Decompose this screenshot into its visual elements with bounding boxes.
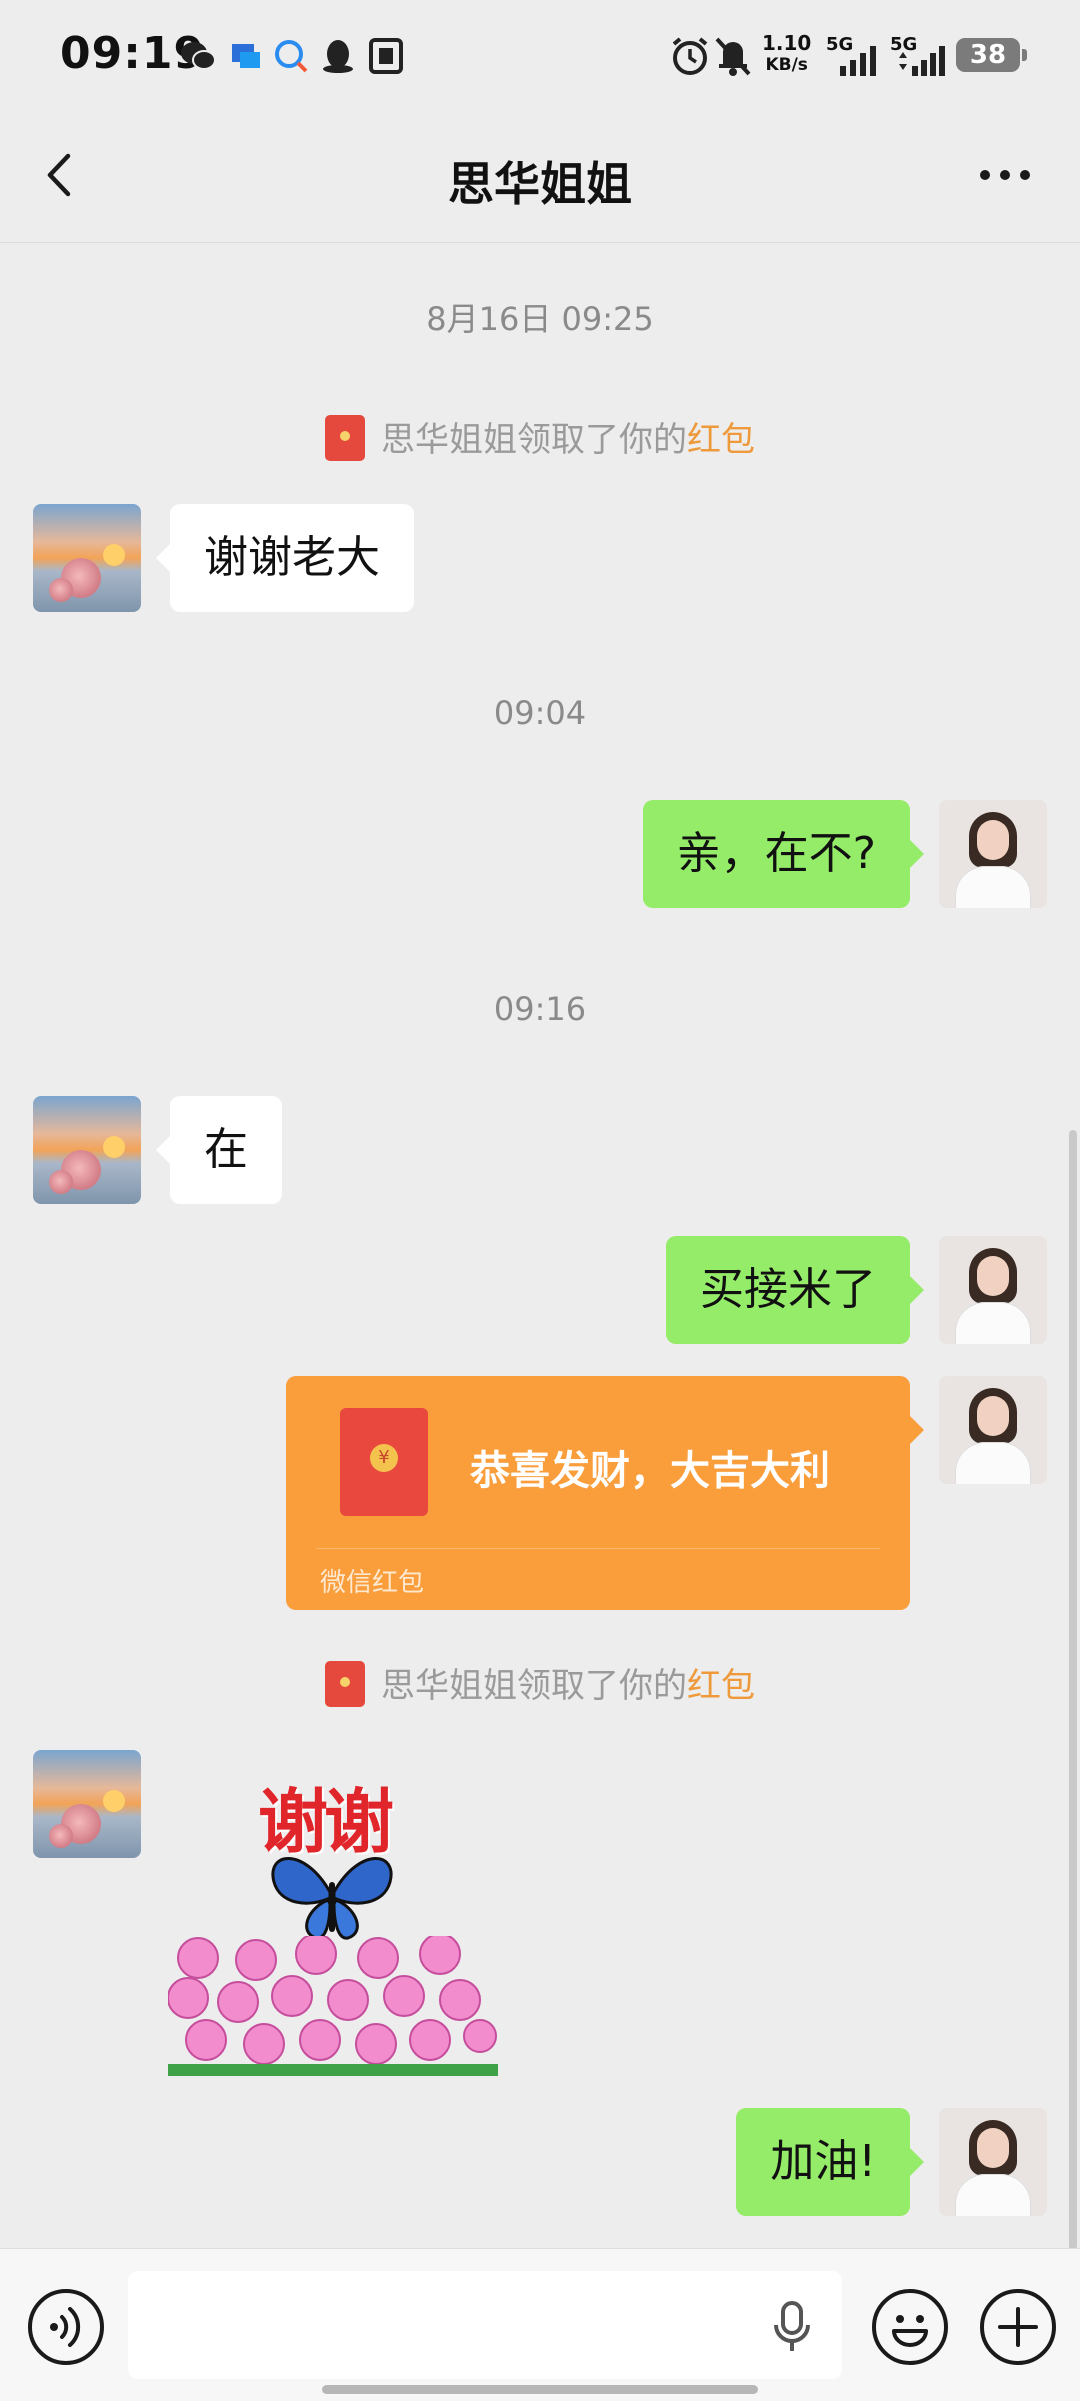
red-packet-title: 恭喜发财，大吉大利 <box>470 1448 830 1494</box>
timestamp: 09:04 <box>493 694 587 732</box>
system-message-text: 思华姐姐领取了你的 <box>381 1666 687 1706</box>
red-packet-footer: 微信红包 <box>320 1568 425 1598</box>
mute-icon <box>715 37 751 76</box>
red-packet-message[interactable]: ¥ 恭喜发财，大吉大利 微信红包 <box>286 1376 924 1610</box>
home-indicator[interactable] <box>322 2385 758 2394</box>
message-bubble-sent[interactable]: 加油! <box>736 2108 924 2216</box>
chat-title: 思华姐姐 <box>448 157 632 211</box>
group-app-notification-icon <box>369 38 403 74</box>
my-avatar[interactable] <box>939 2108 1047 2216</box>
coin-icon: ¥ <box>370 1444 398 1472</box>
search-app-notification-icon <box>275 40 308 73</box>
contact-avatar[interactable] <box>33 1750 141 1858</box>
chat-header: 思华姐姐 <box>0 110 1080 243</box>
status-bar: 09:19 1.10 KB/s 5G 5G 38 <box>0 0 1080 110</box>
more-dots-icon[interactable] <box>975 155 1035 195</box>
emoji-icon[interactable] <box>872 2289 948 2365</box>
voice-icon[interactable] <box>28 2289 104 2365</box>
message-bubble-received[interactable]: 谢谢老大 <box>156 504 414 612</box>
red-packet-small-icon <box>325 414 365 461</box>
butterfly-icon <box>271 1857 393 1940</box>
alarm-icon <box>672 37 708 75</box>
red-packet-link[interactable]: 红包 <box>687 1666 755 1706</box>
plus-icon[interactable] <box>980 2289 1056 2365</box>
signal-strength-1-icon <box>840 46 876 76</box>
message-bubble-received[interactable]: 在 <box>156 1096 282 1204</box>
red-packet-small-icon <box>325 1660 365 1707</box>
divider <box>316 1548 880 1549</box>
red-packet-link[interactable]: 红包 <box>687 420 755 460</box>
my-avatar[interactable] <box>939 1236 1047 1344</box>
battery-indicator: 38 <box>956 38 1027 72</box>
wechat-notification-icon <box>181 42 216 70</box>
contact-avatar[interactable] <box>33 504 141 612</box>
timestamp: 8月16日 09:25 <box>426 300 654 338</box>
microphone-icon[interactable] <box>770 2299 814 2355</box>
system-message: 思华姐姐领取了你的红包 <box>0 1658 1080 1711</box>
system-message-text: 思华姐姐领取了你的 <box>381 420 687 460</box>
net-speed: 1.10 KB/s <box>762 32 811 76</box>
my-avatar[interactable] <box>939 800 1047 908</box>
message-bubble-sent[interactable]: 买接米了 <box>666 1236 924 1344</box>
chat-scrollbar[interactable] <box>1069 1130 1077 2250</box>
my-avatar[interactable] <box>939 1376 1047 1484</box>
net-speed-value: 1.10 <box>762 31 812 55</box>
qq-notification-icon <box>323 40 353 73</box>
net-speed-unit: KB/s <box>765 55 808 75</box>
system-message: 思华姐姐领取了你的红包 <box>0 412 1080 465</box>
signal-strength-2-icon <box>899 46 945 76</box>
message-bubble-sent[interactable]: 亲，在不? <box>642 800 925 908</box>
timestamp: 09:16 <box>493 990 587 1028</box>
app-notification-icon <box>232 44 260 68</box>
sticker-message[interactable]: 谢谢 <box>168 1766 498 2076</box>
message-input[interactable] <box>128 2271 842 2379</box>
roses-icon <box>168 1936 498 2076</box>
input-bar <box>0 2248 1080 2401</box>
contact-avatar[interactable] <box>33 1096 141 1204</box>
red-packet-icon: ¥ <box>340 1408 428 1516</box>
